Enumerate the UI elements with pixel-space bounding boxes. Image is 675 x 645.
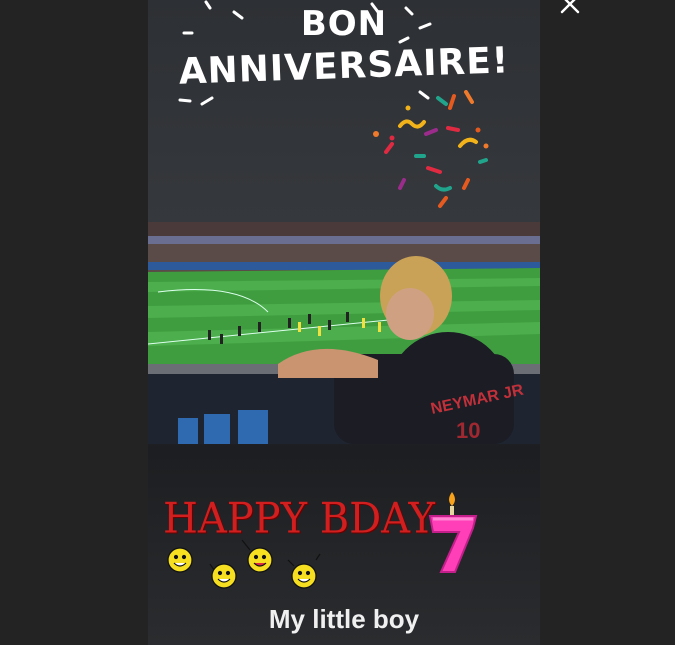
jersey-number: 10 <box>456 418 480 443</box>
close-button[interactable] <box>558 0 582 16</box>
smiley-icon <box>167 539 321 589</box>
close-icon <box>560 0 580 14</box>
confetti-icon <box>373 90 489 208</box>
right-backdrop <box>540 0 675 645</box>
stadium-photo: NEYMAR JR 10 <box>148 222 540 444</box>
story-caption: My little boy <box>268 604 420 634</box>
happy-bday-sticker: HAPPY BDAY <box>163 494 435 544</box>
left-backdrop <box>0 0 148 645</box>
